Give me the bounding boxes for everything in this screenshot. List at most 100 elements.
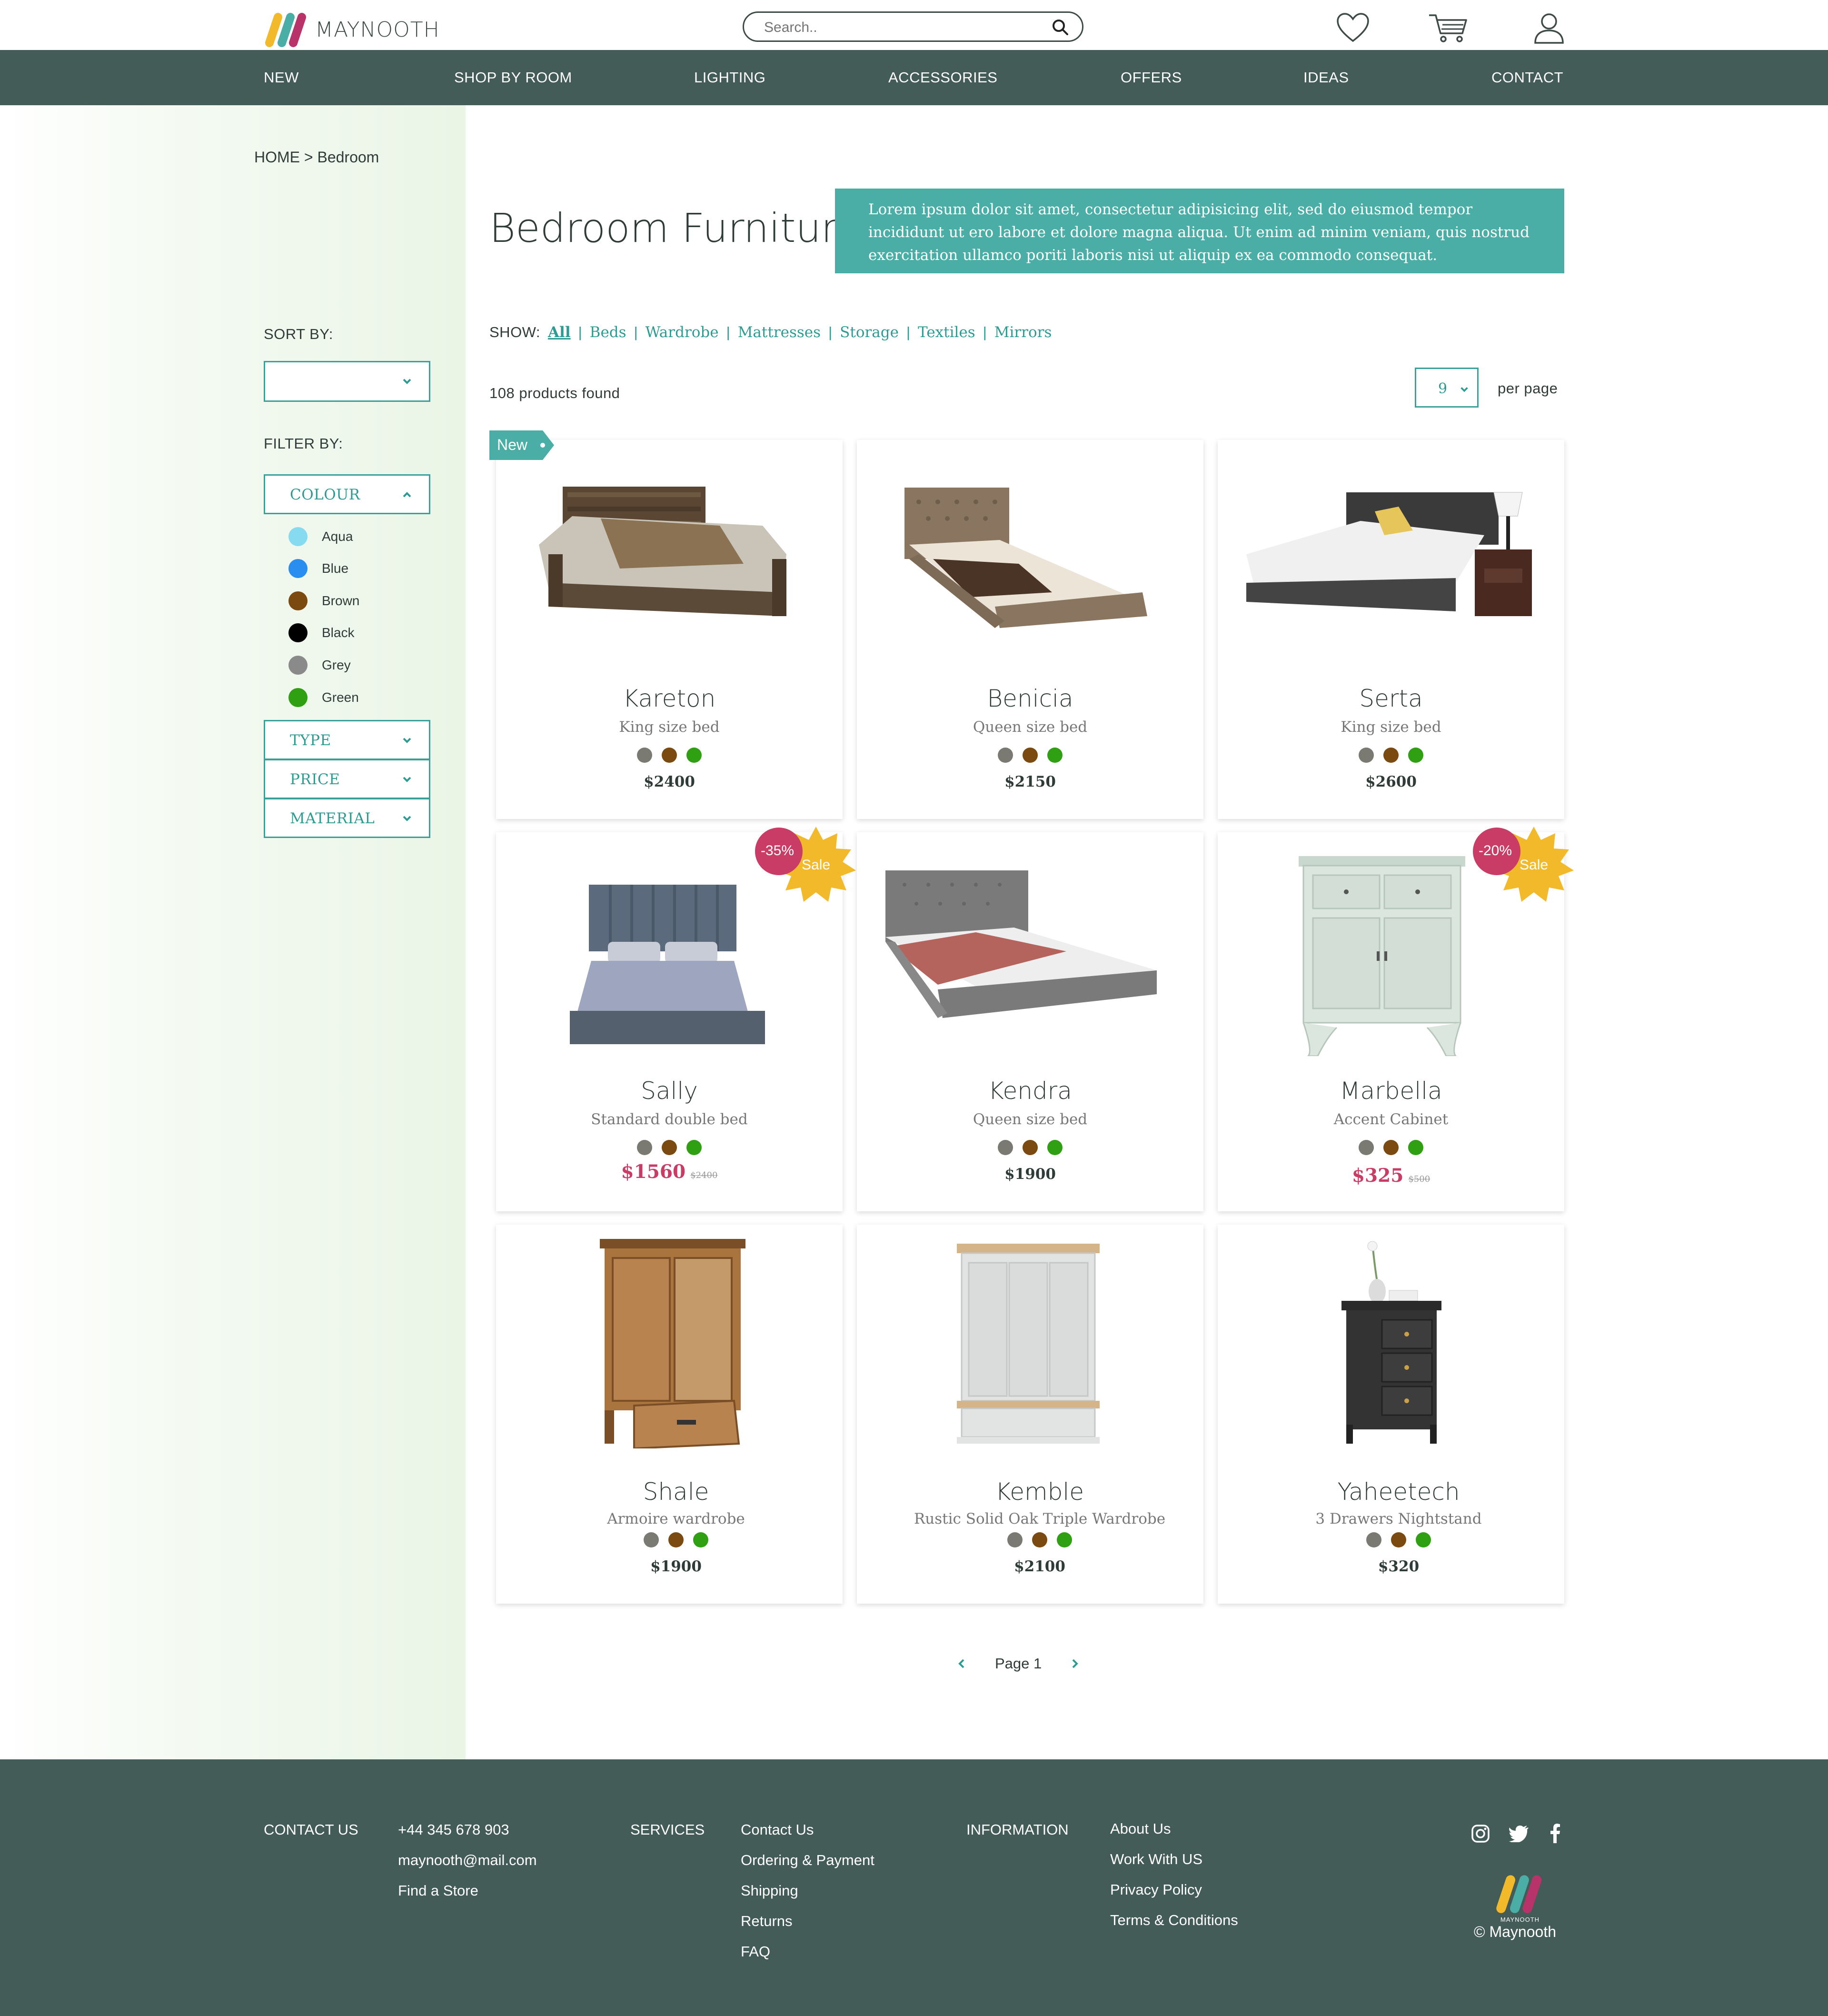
product-name[interactable]: Serta [1218, 685, 1564, 712]
nav-item-shop-by-room[interactable]: SHOP BY ROOM [454, 50, 572, 105]
color-swatch[interactable] [1408, 748, 1423, 763]
color-swatch[interactable] [1023, 1140, 1038, 1155]
footer-find-store[interactable]: Find a Store [398, 1882, 537, 1913]
colour-option-blue[interactable]: Blue [288, 557, 348, 580]
breadcrumb[interactable]: HOME > Bedroom [254, 149, 379, 166]
facebook-icon[interactable] [1550, 1823, 1560, 1843]
brand-logo[interactable]: MAYNOOTH [263, 10, 440, 49]
color-swatch[interactable] [1359, 1140, 1374, 1155]
category-storage[interactable]: Storage [840, 324, 899, 341]
footer-link[interactable]: FAQ [741, 1943, 874, 1974]
color-swatch[interactable] [1057, 1532, 1072, 1547]
product-card-serta[interactable]: Serta King size bed $2600 [1218, 440, 1564, 819]
color-swatch[interactable] [1047, 748, 1063, 763]
category-beds[interactable]: Beds [590, 324, 626, 341]
heart-icon[interactable] [1336, 12, 1370, 44]
product-name[interactable]: Kendra [857, 1077, 1203, 1105]
color-swatch[interactable] [668, 1532, 684, 1547]
color-swatch[interactable] [1391, 1532, 1406, 1547]
color-swatch[interactable] [686, 748, 702, 763]
copyright: © Maynooth [1474, 1923, 1556, 1940]
nav-item-lighting[interactable]: LIGHTING [694, 50, 765, 105]
nav-item-accessories[interactable]: ACCESSORIES [888, 50, 997, 105]
color-swatch[interactable] [1408, 1140, 1423, 1155]
filter-material-toggle[interactable]: MATERIAL [264, 798, 430, 838]
product-name[interactable]: Kemble [866, 1478, 1213, 1506]
chevron-left-icon[interactable] [957, 1658, 966, 1669]
product-price: $2600 [1365, 773, 1417, 790]
footer-link[interactable]: Returns [741, 1913, 874, 1943]
color-swatch[interactable] [998, 748, 1013, 763]
color-swatch[interactable] [662, 1140, 677, 1155]
nav-item-offers[interactable]: OFFERS [1121, 50, 1182, 105]
twitter-icon[interactable] [1509, 1825, 1529, 1842]
product-card-benicia[interactable]: Benicia Queen size bed $2150 [857, 440, 1203, 819]
product-name[interactable]: Marbella [1218, 1077, 1564, 1105]
colour-option-grey[interactable]: Grey [288, 653, 351, 677]
filter-type-toggle[interactable]: TYPE [264, 720, 430, 760]
footer-phone[interactable]: +44 345 678 903 [398, 1821, 537, 1852]
filter-price-toggle[interactable]: PRICE [264, 759, 430, 799]
nav-item-ideas[interactable]: IDEAS [1303, 50, 1349, 105]
category-mirrors[interactable]: Mirrors [994, 324, 1052, 341]
product-card-yaheetech[interactable]: Yaheetech 3 Drawers Nightstand $320 [1218, 1225, 1564, 1604]
product-card-kemble[interactable]: Kemble Rustic Solid Oak Triple Wardrobe … [857, 1225, 1203, 1604]
product-name[interactable]: Shale [503, 1478, 849, 1506]
color-swatch[interactable] [1007, 1532, 1023, 1547]
color-swatch[interactable] [693, 1532, 708, 1547]
user-icon[interactable] [1534, 12, 1564, 44]
colour-option-black[interactable]: Black [288, 621, 354, 645]
chevron-down-icon [403, 379, 411, 384]
category-textiles[interactable]: Textiles [918, 324, 975, 341]
footer-link[interactable]: Contact Us [741, 1821, 874, 1852]
color-swatch[interactable] [1383, 1140, 1399, 1155]
footer-link[interactable]: About Us [1110, 1820, 1238, 1851]
product-card-kareton[interactable]: Kareton King size bed $2400 [496, 440, 843, 819]
color-swatch[interactable] [662, 748, 677, 763]
color-swatch[interactable] [686, 1140, 702, 1155]
colour-option-green[interactable]: Green [288, 686, 359, 709]
main-nav: NEW SHOP BY ROOM LIGHTING ACCESSORIES OF… [0, 50, 1828, 105]
nav-item-contact[interactable]: CONTACT [1491, 50, 1563, 105]
chevron-right-icon[interactable] [1070, 1658, 1080, 1669]
footer-logo[interactable]: MAYNOOTH [1490, 1874, 1550, 1923]
color-swatch[interactable] [1359, 748, 1374, 763]
footer-email[interactable]: maynooth@mail.com [398, 1852, 537, 1882]
colour-option-aqua[interactable]: Aqua [288, 525, 353, 549]
color-swatch[interactable] [1023, 748, 1038, 763]
per-page-select[interactable]: 9 [1415, 368, 1479, 408]
color-swatch[interactable] [1366, 1532, 1381, 1547]
search-icon[interactable] [1052, 19, 1069, 36]
footer-link[interactable]: Privacy Policy [1110, 1881, 1238, 1912]
product-name[interactable]: Yaheetech [1225, 1478, 1572, 1506]
footer-link[interactable]: Terms & Conditions [1110, 1912, 1238, 1942]
nav-item-new[interactable]: NEW [264, 50, 299, 105]
instagram-icon[interactable] [1471, 1824, 1490, 1843]
colour-option-brown[interactable]: Brown [288, 589, 359, 613]
color-swatch[interactable] [637, 1140, 652, 1155]
color-swatch[interactable] [1032, 1532, 1047, 1547]
site-footer: CONTACT US +44 345 678 903 maynooth@mail… [0, 1759, 1828, 2016]
product-card-shale[interactable]: Shale Armoire wardrobe $1900 [496, 1225, 843, 1604]
color-swatch[interactable] [998, 1140, 1013, 1155]
footer-link[interactable]: Work With US [1110, 1851, 1238, 1881]
color-swatch[interactable] [1416, 1532, 1431, 1547]
product-card-kendra[interactable]: Kendra Queen size bed $1900 [857, 832, 1203, 1211]
category-mattresses[interactable]: Mattresses [738, 324, 821, 341]
search-box[interactable] [743, 11, 1083, 42]
cart-icon[interactable] [1428, 12, 1468, 44]
search-input[interactable] [763, 18, 1041, 38]
sort-select[interactable] [264, 361, 430, 402]
product-name[interactable]: Benicia [857, 685, 1203, 712]
color-swatch[interactable] [637, 748, 652, 763]
filter-colour-toggle[interactable]: COLOUR [264, 474, 430, 514]
product-name[interactable]: Sally [496, 1077, 843, 1105]
product-name[interactable]: Kareton [496, 685, 843, 712]
color-swatch[interactable] [1383, 748, 1399, 763]
category-wardrobe[interactable]: Wardrobe [646, 324, 719, 341]
footer-link[interactable]: Ordering & Payment [741, 1852, 874, 1882]
color-swatch[interactable] [644, 1532, 659, 1547]
footer-link[interactable]: Shipping [741, 1882, 874, 1913]
color-swatch[interactable] [1047, 1140, 1063, 1155]
category-all[interactable]: All [548, 324, 571, 341]
